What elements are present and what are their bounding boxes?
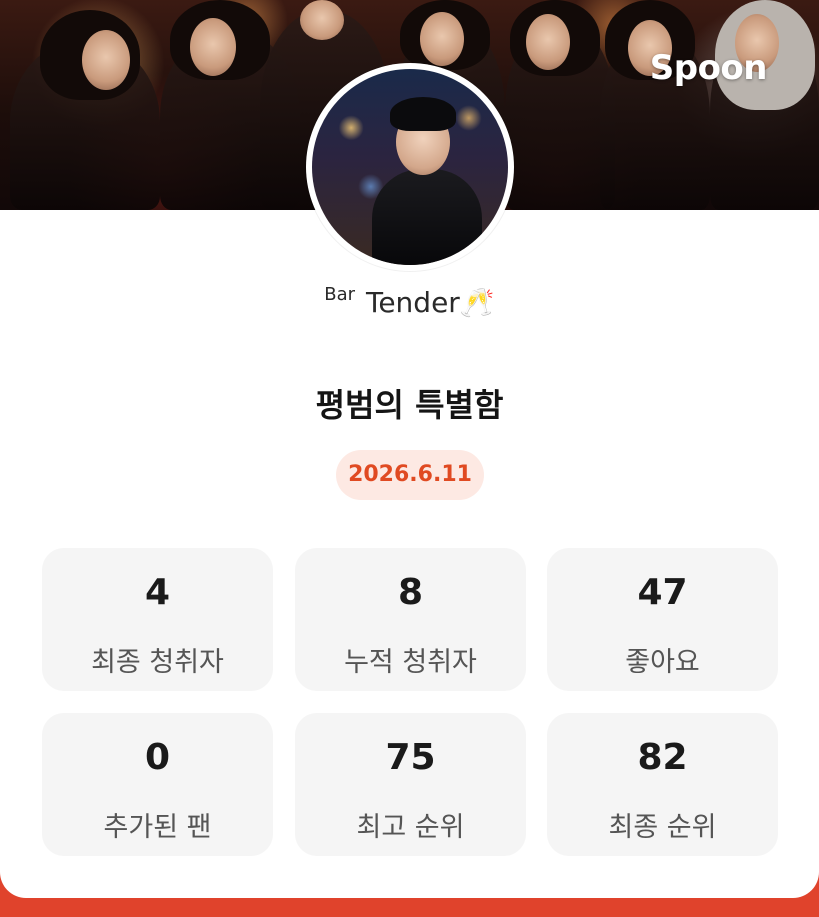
banner-figure-face [300,0,344,40]
banner-figure-face [526,14,570,70]
stat-value: 75 [385,737,436,778]
stat-value: 4 [144,572,171,613]
stat-label: 최종 청취자 [91,647,224,678]
dj-nickname: Bar Tender🥂 [0,284,819,319]
stat-label: 좋아요 [625,647,700,678]
avatar-figure-hair [390,97,456,131]
nickname-prefix: Bar [324,284,356,305]
stat-highest-rank: 75 최고 순위 [295,713,526,856]
stat-value: 47 [637,572,688,613]
banner-figure-face [420,12,464,66]
broadcast-result-card: Spoon Bar Tender🥂 평범의 특별함 2026.6.11 4 최종… [0,0,819,898]
champagne-emoji-icon: 🥂 [459,286,495,319]
stat-value: 0 [144,737,171,778]
avatar-figure-body [372,169,482,265]
banner-figure-face [190,18,236,76]
stat-label: 추가된 팬 [103,812,212,843]
spoon-logo: Spoon [649,48,768,88]
stat-final-rank: 82 최종 순위 [547,713,778,856]
stat-value: 82 [637,737,688,778]
stat-value: 8 [397,572,424,613]
broadcast-date-badge: 2026.6.11 [336,450,484,500]
stat-label: 누적 청취자 [344,647,477,678]
banner-figure-face [82,30,130,90]
stat-label: 최종 순위 [608,812,717,843]
stat-likes: 47 좋아요 [547,548,778,691]
stat-total-listeners: 8 누적 청취자 [295,548,526,691]
stat-final-listeners: 4 최종 청취자 [42,548,273,691]
profile-avatar-image [312,69,508,265]
stat-label: 최고 순위 [356,812,465,843]
broadcast-title: 평범의 특별함 [315,386,504,424]
nickname-text: Tender [365,286,460,319]
profile-avatar[interactable] [306,63,514,271]
stat-new-fans: 0 추가된 팬 [42,713,273,856]
